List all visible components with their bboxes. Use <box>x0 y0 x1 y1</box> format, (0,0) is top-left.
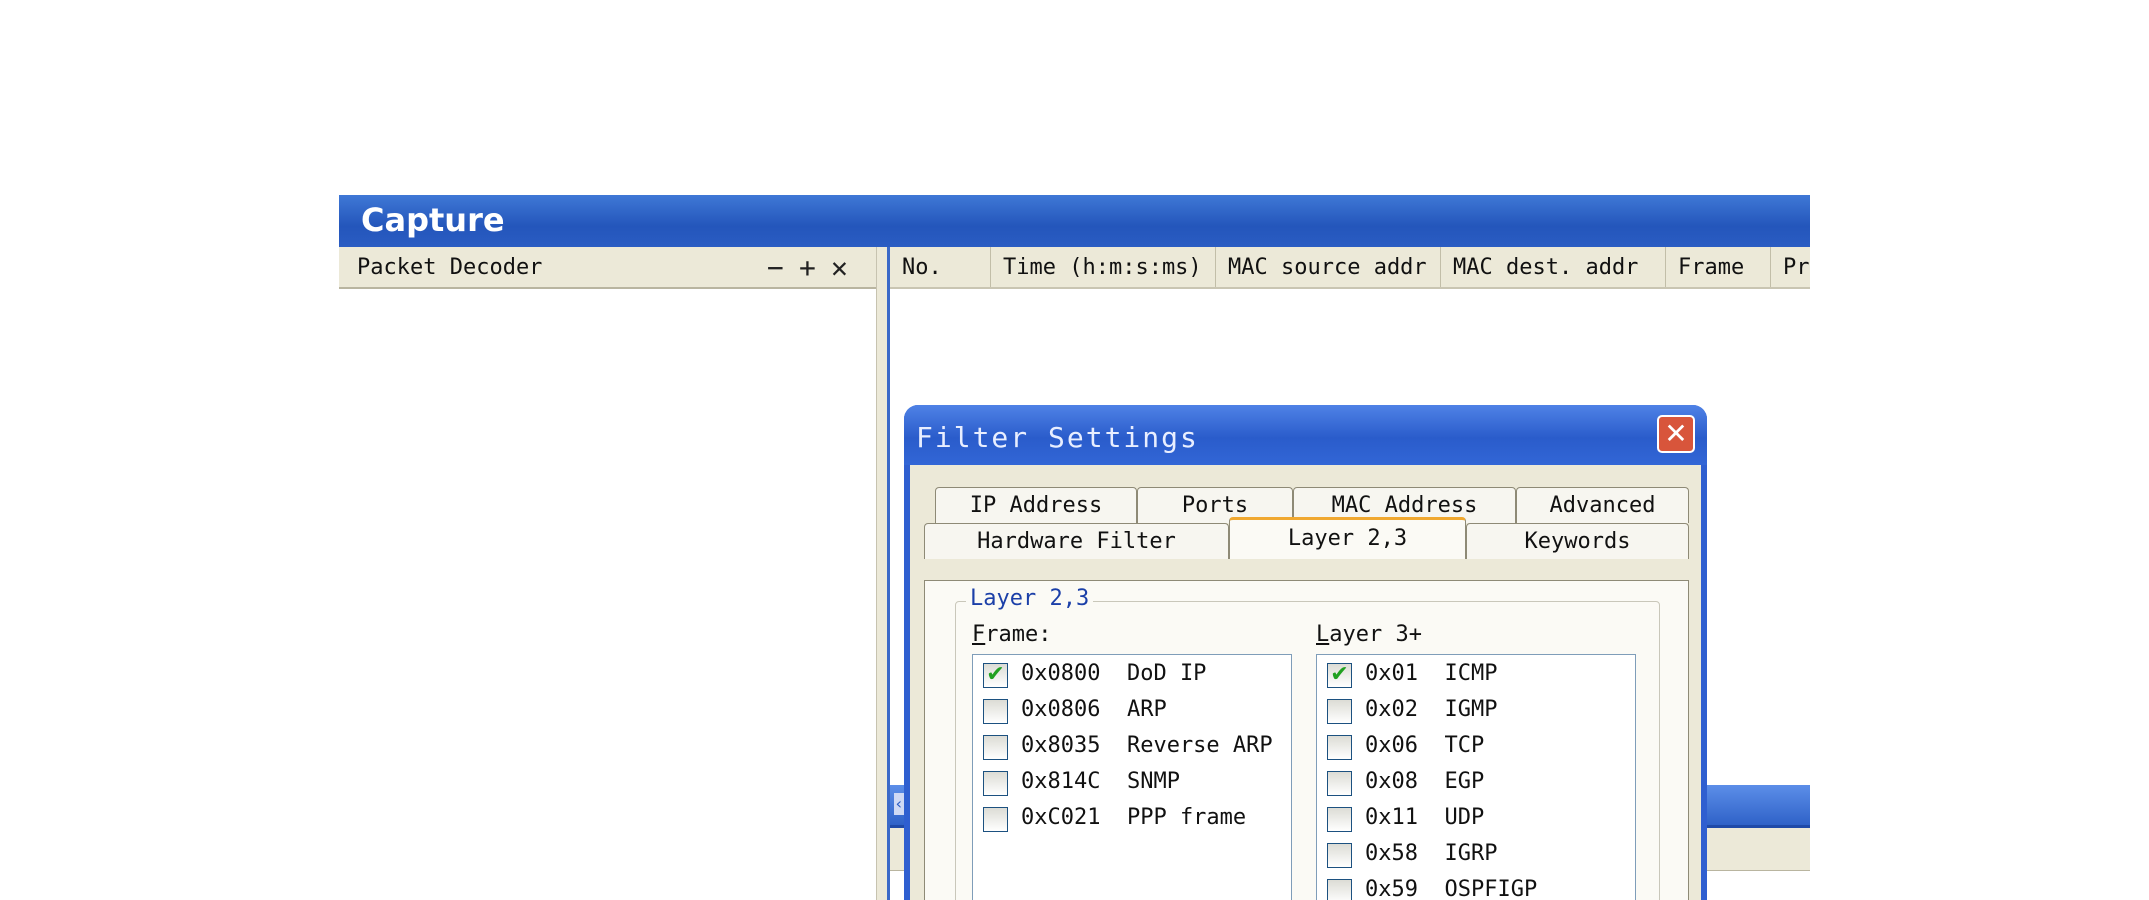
checkmark-icon: ✔ <box>1330 662 1349 687</box>
window-titlebar: Capture <box>339 195 1810 247</box>
tab-hardware-filter[interactable]: Hardware Filter <box>924 523 1229 559</box>
column-header-no[interactable]: No. <box>890 247 991 287</box>
tab-ip-address[interactable]: IP Address <box>935 487 1137 523</box>
checkbox[interactable] <box>983 807 1008 832</box>
column-header-protocol[interactable]: Pro <box>1771 247 1810 287</box>
checkbox[interactable] <box>1327 843 1352 868</box>
checkbox[interactable] <box>1327 879 1352 900</box>
dialog-body: IP Address Ports MAC Address Advanced Ha… <box>910 465 1701 900</box>
layer3-item[interactable]: 0x59 OSPFIGP <box>1327 875 1537 900</box>
layer3-list[interactable]: ✔ 0x01 ICMP 0x02 IGMP 0x06 TCP 0x08 EGP <box>1316 654 1636 900</box>
checkbox[interactable] <box>983 735 1008 760</box>
tab-layer-2-3[interactable]: Layer 2,3 <box>1229 517 1466 559</box>
layer3-item[interactable]: 0x08 EGP <box>1327 767 1486 803</box>
column-header-frame[interactable]: Frame <box>1666 247 1771 287</box>
frame-list[interactable]: ✔ 0x0800 DoD IP 0x0806 ARP 0x8035 Revers… <box>972 654 1292 900</box>
packet-list-header: No. Time (h:m:s:ms) MAC source addr MAC … <box>890 247 1810 289</box>
checkbox[interactable] <box>983 699 1008 724</box>
group-title: Layer 2,3 <box>966 586 1094 611</box>
layer3-item[interactable]: 0x06 TCP <box>1327 731 1486 767</box>
checkbox[interactable] <box>983 771 1008 796</box>
pane-splitter[interactable] <box>876 247 890 900</box>
dialog-title: Filter Settings <box>916 421 1199 454</box>
checkbox[interactable] <box>1327 699 1352 724</box>
layer3-item[interactable]: ✔ 0x01 ICMP <box>1327 659 1497 695</box>
checkbox[interactable] <box>1327 771 1352 796</box>
checkbox[interactable]: ✔ <box>983 663 1008 688</box>
column-header-mac-dest[interactable]: MAC dest. addr <box>1441 247 1666 287</box>
tab-panel: Layer 2,3 Frame: Layer 3+ ✔ 0x0800 DoD I… <box>924 580 1689 900</box>
checkbox[interactable] <box>1327 807 1352 832</box>
plus-icon[interactable]: + <box>799 251 816 284</box>
layer3-item[interactable]: 0x02 IGMP <box>1327 695 1497 731</box>
packet-decoder-label: Packet Decoder <box>357 255 543 280</box>
frame-item[interactable]: 0x0806 ARP <box>983 695 1167 731</box>
frame-item[interactable]: 0x8035 Reverse ARP <box>983 731 1273 767</box>
close-icon[interactable]: ✕ <box>831 251 848 284</box>
filter-settings-dialog: Filter Settings ✕ IP Address Ports MAC A… <box>904 405 1707 900</box>
frame-label: Frame: <box>972 622 1052 647</box>
layer3-item[interactable]: 0x11 UDP <box>1327 803 1486 839</box>
column-header-mac-source[interactable]: MAC source addr <box>1216 247 1441 287</box>
tab-advanced[interactable]: Advanced <box>1516 487 1689 523</box>
frame-item[interactable]: 0xC021 PPP frame <box>983 803 1246 839</box>
window-title: Capture <box>361 201 505 239</box>
frame-item[interactable]: ✔ 0x0800 DoD IP <box>983 659 1206 695</box>
packet-decoder-pane <box>339 289 876 900</box>
checkbox[interactable] <box>1327 735 1352 760</box>
checkbox[interactable]: ✔ <box>1327 663 1352 688</box>
checkmark-icon: ✔ <box>986 662 1005 687</box>
packet-decoder-header: Packet Decoder − + ✕ <box>339 247 876 289</box>
dialog-titlebar[interactable]: Filter Settings ✕ <box>904 405 1707 465</box>
layer-2-3-group: Layer 2,3 Frame: Layer 3+ ✔ 0x0800 DoD I… <box>955 586 1660 900</box>
layer3-label: Layer 3+ <box>1316 622 1422 647</box>
column-header-time[interactable]: Time (h:m:s:ms) <box>991 247 1216 287</box>
dialog-close-button[interactable]: ✕ <box>1657 415 1695 453</box>
close-icon: ✕ <box>1664 417 1688 450</box>
minimize-icon[interactable]: − <box>767 251 784 284</box>
tab-keywords[interactable]: Keywords <box>1466 523 1689 559</box>
frame-item[interactable]: 0x814C SNMP <box>983 767 1180 803</box>
layer3-item[interactable]: 0x58 IGRP <box>1327 839 1497 875</box>
collapse-arrow-icon[interactable]: ‹ <box>894 793 904 815</box>
